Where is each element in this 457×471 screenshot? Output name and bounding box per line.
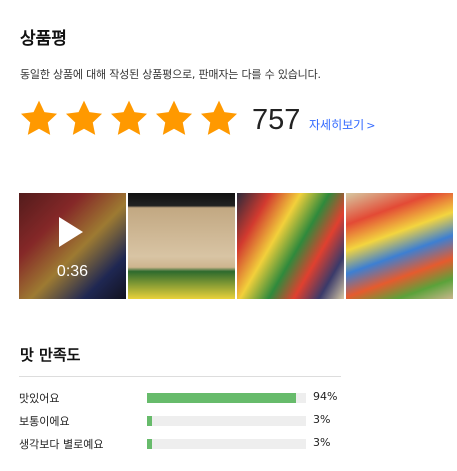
satisfaction-bar-track xyxy=(147,439,306,449)
play-icon[interactable] xyxy=(59,217,83,247)
satisfaction-bar-track xyxy=(147,416,306,426)
satisfaction-percent: 3% xyxy=(313,413,331,426)
review-detail-link[interactable]: 자세히보기 > xyxy=(309,116,375,133)
satisfaction-row: 생각보다 별로예요 3% xyxy=(19,436,339,452)
video-thumbnail[interactable]: 0:36 xyxy=(19,193,126,299)
satisfaction-bar-fill xyxy=(147,439,152,449)
satisfaction-bar-fill xyxy=(147,393,297,403)
satisfaction-bar-fill xyxy=(147,416,152,426)
photo-thumbnail[interactable] xyxy=(128,193,235,299)
star-icon xyxy=(155,100,193,135)
star-icon xyxy=(200,100,238,135)
star-icon xyxy=(110,100,148,135)
review-section-title: 상품평 xyxy=(20,29,67,49)
satisfaction-label: 보통이에요 xyxy=(19,415,70,428)
chevron-right-icon: > xyxy=(366,119,376,132)
photo-thumbnail[interactable] xyxy=(237,193,344,299)
review-description: 동일한 상품에 대해 작성된 상품평으로, 판매자는 다를 수 있습니다. xyxy=(20,68,321,81)
review-count: 757 xyxy=(252,104,301,136)
photo-thumbnail[interactable] xyxy=(346,193,453,299)
star-icon xyxy=(65,100,103,135)
video-duration: 0:36 xyxy=(56,263,89,280)
divider xyxy=(19,376,341,377)
satisfaction-label: 맛있어요 xyxy=(19,392,60,405)
satisfaction-percent: 3% xyxy=(313,436,331,449)
taste-satisfaction-title: 맛 만족도 xyxy=(20,346,81,364)
satisfaction-bar-track xyxy=(147,393,306,403)
review-media-strip: 0:36 xyxy=(19,193,453,299)
star-icon xyxy=(20,100,58,135)
satisfaction-label: 생각보다 별로예요 xyxy=(19,438,104,451)
satisfaction-row: 보통이에요 3% xyxy=(19,413,339,429)
satisfaction-percent: 94% xyxy=(313,390,338,403)
satisfaction-row: 맛있어요 94% xyxy=(19,390,339,406)
star-rating xyxy=(18,98,240,140)
detail-link-label: 자세히보기 xyxy=(309,118,365,132)
